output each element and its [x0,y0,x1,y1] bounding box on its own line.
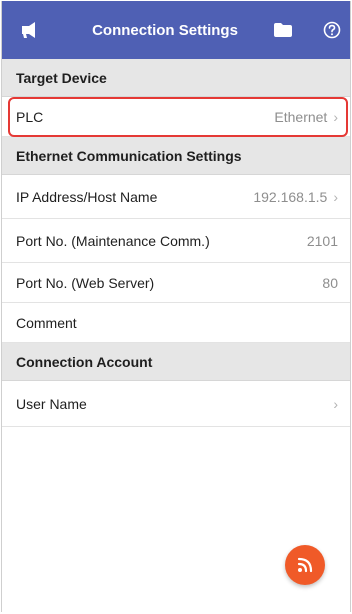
help-circle-icon[interactable] [320,1,344,59]
plc-label: PLC [16,108,44,125]
row-user-name[interactable]: User Name › [2,381,350,427]
row-comment[interactable]: Comment [2,303,350,343]
port-web-label: Port No. (Web Server) [16,274,155,291]
folder-icon[interactable] [270,1,296,59]
section-ethernet-settings: Ethernet Communication Settings [2,137,350,175]
connect-fab-button[interactable] [285,545,325,585]
port-maintenance-label: Port No. (Maintenance Comm.) [16,232,210,249]
port-maintenance-value: 2101 [306,232,338,249]
page-title: Connection Settings [92,21,238,39]
chevron-right-icon: › [333,108,338,125]
ip-address-label: IP Address/Host Name [16,188,158,205]
app-frame: Connection Settings Target Device PLC Et… [1,1,351,612]
chevron-right-icon: › [333,188,338,205]
plc-value: Ethernet [274,108,328,125]
port-web-value: 80 [322,274,338,291]
chevron-right-icon: › [333,395,338,412]
app-header: Connection Settings [2,1,350,59]
section-target-device: Target Device [2,59,350,97]
row-plc[interactable]: PLC Ethernet › [2,97,350,137]
section-connection-account: Connection Account [2,343,350,381]
ip-address-value: 192.168.1.5 [253,188,328,205]
comment-label: Comment [16,314,77,331]
row-ip-address[interactable]: IP Address/Host Name 192.168.1.5 › [2,175,350,219]
connect-signal-icon [297,557,313,573]
row-port-web-server[interactable]: Port No. (Web Server) 80 [2,263,350,303]
user-name-label: User Name [16,395,87,412]
row-port-maintenance[interactable]: Port No. (Maintenance Comm.) 2101 [2,219,350,263]
